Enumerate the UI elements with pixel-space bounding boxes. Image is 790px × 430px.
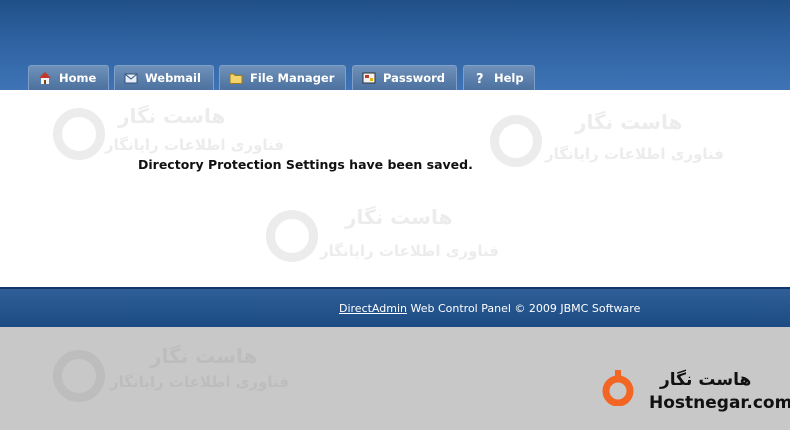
main-content: هاست نگار فناوری اطلاعات رایانگار هاست ن… <box>0 90 790 287</box>
tab-home[interactable]: Home <box>28 65 109 90</box>
header-bar: Home Webmail File Manager Password ? Hel… <box>0 0 790 90</box>
watermark-subtitle: فناوری اطلاعات رایانگار <box>105 136 285 154</box>
svg-text:?: ? <box>476 72 484 85</box>
tab-help[interactable]: ? Help <box>463 65 535 90</box>
tab-home-label: Home <box>59 71 97 85</box>
tab-webmail-label: Webmail <box>145 71 201 85</box>
brand-name-fa: هاست نگار <box>660 370 752 390</box>
watermark-title: هاست نگار <box>150 344 258 368</box>
tab-file-manager[interactable]: File Manager <box>219 65 346 90</box>
directadmin-link[interactable]: DirectAdmin <box>339 302 407 315</box>
footer-copyright: Web Control Panel © 2009 JBMC Software <box>407 302 641 315</box>
status-message: Directory Protection Settings have been … <box>138 157 473 172</box>
footer-text: DirectAdmin Web Control Panel © 2009 JBM… <box>339 302 640 315</box>
folder-icon <box>229 73 243 84</box>
watermark-logo <box>53 350 105 402</box>
watermark-logo <box>490 115 542 167</box>
brand-name-en: Hostnegar.com <box>649 393 790 413</box>
watermark-subtitle: فناوری اطلاعات رایانگار <box>545 145 725 163</box>
watermark-title: هاست نگار <box>575 110 683 134</box>
hostnegar-brand: هاست نگار Hostnegar.com <box>600 362 790 417</box>
key-icon <box>362 72 376 84</box>
tab-webmail[interactable]: Webmail <box>114 65 214 90</box>
tab-password-label: Password <box>383 71 445 85</box>
watermark-title: هاست نگار <box>345 205 453 229</box>
hostnegar-logo-icon <box>602 370 634 406</box>
watermark-title: هاست نگار <box>118 104 226 128</box>
help-icon: ? <box>476 72 484 85</box>
watermark-subtitle: فناوری اطلاعات رایانگار <box>320 242 500 260</box>
watermark-logo <box>266 210 318 262</box>
tab-file-manager-label: File Manager <box>250 71 335 85</box>
tab-password[interactable]: Password <box>352 65 457 90</box>
tab-help-label: Help <box>494 71 524 85</box>
mail-icon <box>124 73 138 84</box>
footer-bar: DirectAdmin Web Control Panel © 2009 JBM… <box>0 287 790 327</box>
home-icon <box>39 72 51 84</box>
watermark-logo <box>53 108 105 160</box>
watermark-subtitle: فناوری اطلاعات رایانگار <box>110 373 290 391</box>
